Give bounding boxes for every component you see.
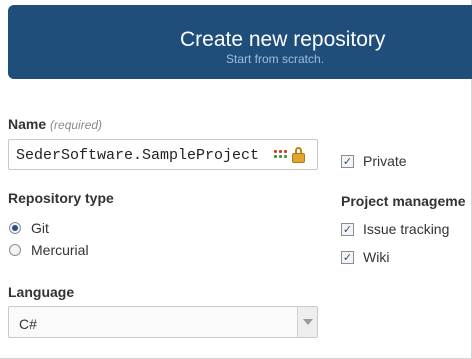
language-selected-value: C# [19,316,37,332]
chevron-down-icon[interactable] [297,307,317,337]
required-note: (required) [50,118,103,132]
name-label-text: Name [8,116,47,132]
page-subtitle: Start from scratch. [226,52,325,66]
mercurial-label: Mercurial [31,242,89,258]
wiki-option[interactable]: ✓ Wiki [341,250,389,264]
issue-tracking-checkbox[interactable]: ✓ [341,222,354,236]
repository-type-label: Repository type [8,190,114,206]
private-label: Private [363,153,407,169]
project-management-label: Project manageme [341,193,466,209]
git-radio[interactable] [9,222,21,234]
language-select[interactable]: C# [8,306,318,338]
radio-option-git[interactable]: Git [9,221,49,235]
name-input[interactable]: SederSoftware.SampleProject [8,139,318,170]
private-checkbox[interactable]: ✓ [341,154,354,168]
dots-icon[interactable] [274,150,288,160]
issue-tracking-option[interactable]: ✓ Issue tracking [341,222,449,236]
name-input-icons [274,146,305,164]
mercurial-radio[interactable] [9,244,21,256]
name-label: Name (required) [8,117,102,131]
private-option[interactable]: ✓ Private [341,154,407,168]
issue-tracking-label: Issue tracking [363,221,450,237]
git-label: Git [31,220,49,236]
name-input-value: SederSoftware.SampleProject [16,147,260,164]
lock-icon[interactable] [292,147,305,163]
radio-option-mercurial[interactable]: Mercurial [9,243,89,257]
page-title: Create new repository [180,28,386,51]
language-label: Language [8,284,75,300]
wiki-checkbox[interactable]: ✓ [341,250,354,264]
wiki-label: Wiki [363,249,390,265]
header-banner: Create new repository Start from scratch… [8,5,472,79]
